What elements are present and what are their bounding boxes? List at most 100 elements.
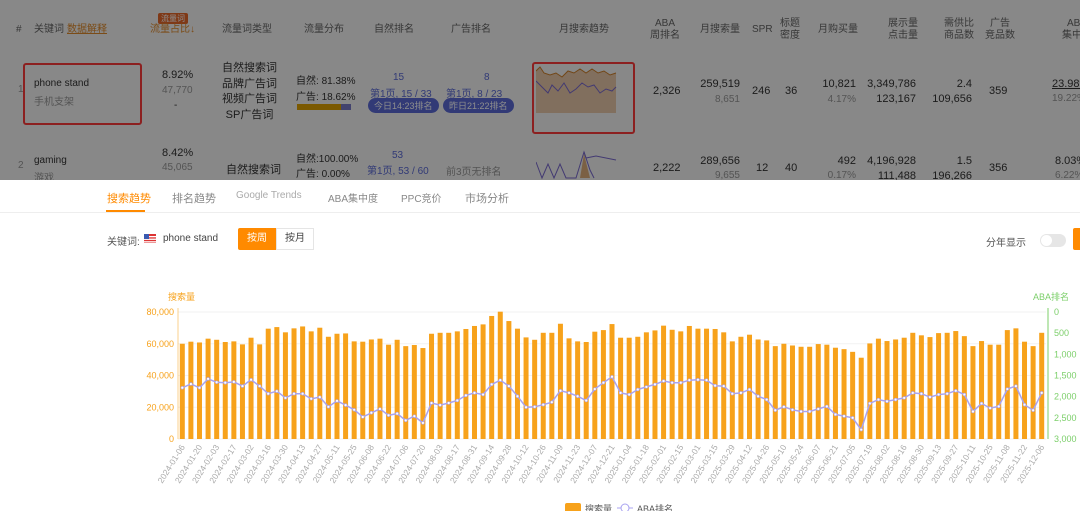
bar	[1039, 332, 1045, 439]
bar	[360, 341, 366, 439]
bar	[343, 333, 349, 439]
aba-point	[429, 401, 434, 405]
aba-point	[240, 384, 245, 388]
aba-point	[842, 414, 846, 418]
bar	[747, 334, 753, 439]
y-tick-label: 40,000	[146, 371, 174, 381]
legend-swatch-aba-dot	[620, 503, 630, 511]
legend-swatch-search	[565, 503, 581, 511]
bar	[351, 341, 357, 439]
aba-point	[1014, 384, 1018, 388]
bar	[540, 332, 546, 439]
aba-point	[850, 416, 855, 420]
bar	[850, 351, 856, 439]
bar	[901, 337, 907, 439]
bar	[807, 346, 813, 439]
bar	[893, 339, 899, 439]
aba-point	[232, 380, 236, 384]
aba-point	[618, 391, 623, 395]
bar	[480, 324, 486, 439]
bar	[781, 343, 787, 439]
bar	[429, 333, 435, 439]
y2-tick-label: 1,500	[1054, 371, 1077, 381]
aba-point	[661, 379, 666, 383]
aba-point	[825, 404, 829, 409]
aba-point	[189, 382, 193, 386]
bar	[248, 337, 254, 439]
bar	[231, 341, 237, 439]
aba-point	[1040, 391, 1044, 395]
bar	[454, 331, 460, 439]
bar	[764, 340, 770, 439]
aba-point	[412, 414, 417, 418]
aba-point	[979, 401, 984, 406]
aba-point	[593, 387, 597, 391]
aba-point	[352, 408, 356, 412]
aba-point	[550, 400, 554, 404]
aba-point	[644, 385, 649, 389]
bar	[394, 339, 400, 439]
bar	[566, 338, 572, 439]
y-axis-title: 搜索量	[168, 291, 195, 302]
y2-tick-label: 1,000	[1054, 349, 1077, 359]
y2-axis-title: ABA排名	[1033, 291, 1069, 302]
bar	[592, 331, 598, 439]
bar	[188, 341, 194, 439]
bar	[755, 339, 761, 439]
aba-point	[335, 399, 339, 403]
y2-tick-label: 3,000	[1054, 434, 1077, 444]
bar	[196, 342, 202, 439]
bar	[996, 344, 1002, 439]
aba-point	[790, 408, 795, 412]
aba-point	[1022, 403, 1027, 407]
aba-point	[971, 409, 975, 414]
aba-point	[610, 375, 614, 379]
bar	[918, 335, 924, 439]
aba-point	[627, 392, 631, 397]
bar	[695, 328, 701, 439]
bar	[841, 349, 847, 439]
legend-label: ABA排名	[637, 503, 673, 511]
aba-point	[249, 378, 253, 382]
aba-point	[730, 392, 735, 396]
aba-point	[447, 401, 451, 405]
bar	[936, 333, 942, 439]
bar	[420, 348, 426, 439]
bar	[557, 323, 563, 439]
bar	[815, 344, 821, 439]
bar	[824, 344, 830, 439]
aba-point	[421, 421, 425, 425]
bar	[274, 327, 280, 439]
aba-point	[807, 409, 812, 414]
bar	[832, 347, 838, 439]
aba-point	[816, 407, 820, 411]
bar	[239, 344, 245, 439]
bar	[437, 332, 443, 439]
aba-point	[438, 403, 442, 407]
aba-point	[507, 384, 511, 388]
bar	[300, 326, 306, 439]
aba-point	[455, 398, 460, 403]
bar	[549, 332, 555, 439]
bar	[205, 338, 211, 439]
aba-point	[833, 412, 838, 417]
bar	[1004, 330, 1010, 439]
aba-point	[214, 380, 219, 384]
bar	[214, 339, 220, 439]
aba-point	[868, 401, 872, 406]
bar	[282, 332, 288, 439]
aba-point	[395, 411, 399, 416]
aba-point	[1031, 408, 1035, 412]
bar	[1022, 341, 1028, 439]
bar	[961, 336, 967, 439]
aba-point	[739, 391, 743, 395]
aba-point	[524, 405, 528, 409]
aba-point	[954, 389, 958, 393]
bar	[334, 333, 340, 439]
bar	[308, 331, 314, 439]
aba-point	[378, 407, 382, 411]
aba-point	[997, 404, 1001, 409]
aba-point	[696, 378, 700, 382]
aba-point	[885, 399, 889, 404]
bar	[446, 332, 452, 439]
